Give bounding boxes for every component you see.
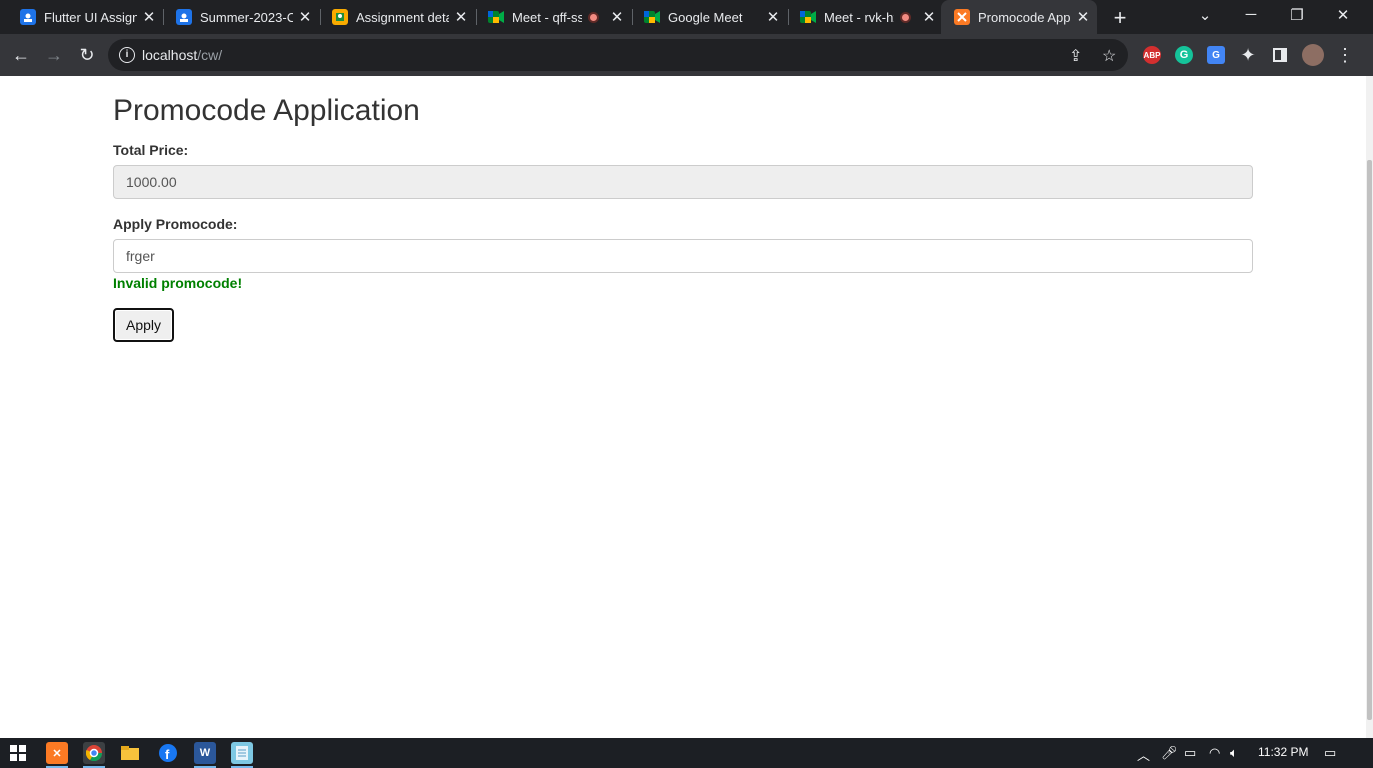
volume-icon[interactable]: 🔈︎ bbox=[1230, 745, 1238, 761]
tab-title: Meet - qff-ssxx bbox=[512, 9, 582, 25]
browser-tab-active[interactable]: Promocode Application ✕ bbox=[941, 0, 1097, 34]
promocode-message: Invalid promocode! bbox=[113, 275, 243, 291]
recording-icon bbox=[900, 11, 911, 23]
file-explorer-icon[interactable] bbox=[119, 742, 141, 764]
apply-button[interactable]: Apply bbox=[113, 308, 174, 342]
google-translate-icon[interactable]: G bbox=[1207, 46, 1225, 64]
google-classroom-icon bbox=[332, 9, 348, 25]
promocode-label: Apply Promocode: bbox=[113, 216, 238, 232]
forward-arrow-icon[interactable]: → bbox=[42, 43, 66, 67]
svg-text:f: f bbox=[165, 747, 170, 762]
address-bar[interactable]: i localhost/cw/ ⇪ ☆ bbox=[108, 39, 1128, 71]
word-icon[interactable]: W bbox=[194, 742, 216, 764]
notifications-icon[interactable]: ▭ bbox=[1324, 745, 1336, 761]
browser-tab[interactable]: Assignment details ✕ bbox=[312, 0, 475, 34]
recording-icon bbox=[588, 11, 599, 23]
profile-avatar-icon[interactable] bbox=[1302, 44, 1324, 66]
close-icon[interactable]: ✕ bbox=[921, 8, 937, 26]
url-path: /cw/ bbox=[197, 47, 223, 63]
show-hidden-icons-chevron-icon[interactable]: ︿ bbox=[1137, 745, 1150, 764]
google-meet-icon bbox=[644, 9, 660, 25]
url-host: localhost bbox=[142, 47, 198, 63]
side-panel-icon[interactable] bbox=[1268, 43, 1292, 67]
close-icon[interactable]: ✕ bbox=[1075, 8, 1091, 26]
tab-title: Promocode Application bbox=[978, 9, 1071, 25]
browser-tab[interactable]: Meet - qff-ssxx ✕ bbox=[468, 0, 631, 34]
adblock-plus-icon[interactable]: ABP bbox=[1143, 46, 1161, 64]
tab-search-chevron-icon[interactable]: ⌄ bbox=[1195, 6, 1215, 24]
taskbar-clock[interactable]: 11:32 PM bbox=[1258, 745, 1308, 759]
extensions-puzzle-icon[interactable]: ✦ bbox=[1236, 43, 1260, 67]
tab-title: Flutter UI Assignment bbox=[44, 9, 137, 25]
page-title: Promocode Application bbox=[113, 94, 420, 127]
google-classroom-icon bbox=[176, 9, 192, 25]
url-text: localhost/cw/ bbox=[142, 47, 222, 63]
browser-tab[interactable]: Meet - rvk-hxxx ✕ bbox=[780, 0, 943, 34]
tab-title: Summer-2023-CSE bbox=[200, 9, 293, 25]
total-price-label: Total Price: bbox=[113, 142, 189, 158]
notepad-icon[interactable] bbox=[231, 742, 253, 764]
minimize-icon[interactable]: ─ bbox=[1241, 6, 1261, 23]
windows-start-icon[interactable] bbox=[7, 742, 29, 764]
xampp-icon[interactable]: ✕ bbox=[46, 742, 68, 764]
tab-title: Meet - rvk-hxxx bbox=[824, 9, 894, 25]
site-info-icon[interactable]: i bbox=[119, 47, 135, 63]
facebook-icon[interactable]: f bbox=[157, 742, 179, 764]
microphone-icon[interactable]: 🎤︎ bbox=[1161, 745, 1178, 761]
window-close-icon[interactable]: ✕ bbox=[1333, 6, 1353, 24]
browser-tab[interactable]: Summer-2023-CSE ✕ bbox=[156, 0, 319, 34]
close-icon[interactable]: ✕ bbox=[609, 8, 625, 26]
browser-tab[interactable]: Flutter UI Assignment ✕ bbox=[0, 0, 163, 34]
windows-taskbar: ✕ f W ︿ 🎤︎ ▭ ◠ 🔈︎ 11:32 PM ▭ bbox=[0, 738, 1373, 768]
grammarly-icon[interactable]: G bbox=[1175, 46, 1193, 64]
total-price-field: 1000.00 bbox=[113, 165, 1253, 199]
google-classroom-icon bbox=[20, 9, 36, 25]
back-arrow-icon[interactable]: ← bbox=[9, 43, 33, 67]
tab-title: Google Meet bbox=[668, 9, 743, 25]
close-icon[interactable]: ✕ bbox=[453, 8, 469, 26]
google-meet-icon bbox=[800, 9, 816, 25]
tab-title: Assignment details bbox=[356, 9, 449, 25]
reload-icon[interactable]: ↻ bbox=[75, 43, 99, 67]
restore-icon[interactable]: ❐ bbox=[1287, 6, 1307, 24]
battery-icon[interactable]: ▭ bbox=[1184, 745, 1196, 761]
close-icon[interactable]: ✕ bbox=[765, 8, 781, 26]
google-meet-icon bbox=[488, 9, 504, 25]
bookmark-star-icon[interactable]: ☆ bbox=[1102, 46, 1116, 66]
browser-toolbar: ← → ↻ i localhost/cw/ ⇪ ☆ ABP G G ✦ ⋮ bbox=[0, 34, 1373, 76]
chrome-icon[interactable] bbox=[83, 742, 105, 764]
menu-kebab-icon[interactable]: ⋮ bbox=[1333, 43, 1357, 67]
xampp-icon bbox=[954, 9, 970, 25]
new-tab-plus-icon[interactable]: + bbox=[1109, 5, 1131, 31]
tab-strip: Flutter UI Assignment ✕ Summer-2023-CSE … bbox=[0, 0, 1373, 34]
wifi-icon[interactable]: ◠ bbox=[1209, 745, 1220, 761]
close-icon[interactable]: ✕ bbox=[297, 8, 313, 26]
page-content: Promocode Application Total Price: 1000.… bbox=[0, 76, 1366, 738]
scrollbar-thumb[interactable] bbox=[1367, 160, 1372, 720]
browser-tab[interactable]: Google Meet ✕ bbox=[624, 0, 787, 34]
promocode-input[interactable]: frger bbox=[113, 239, 1253, 273]
close-icon[interactable]: ✕ bbox=[141, 8, 157, 26]
share-icon[interactable]: ⇪ bbox=[1069, 46, 1082, 66]
